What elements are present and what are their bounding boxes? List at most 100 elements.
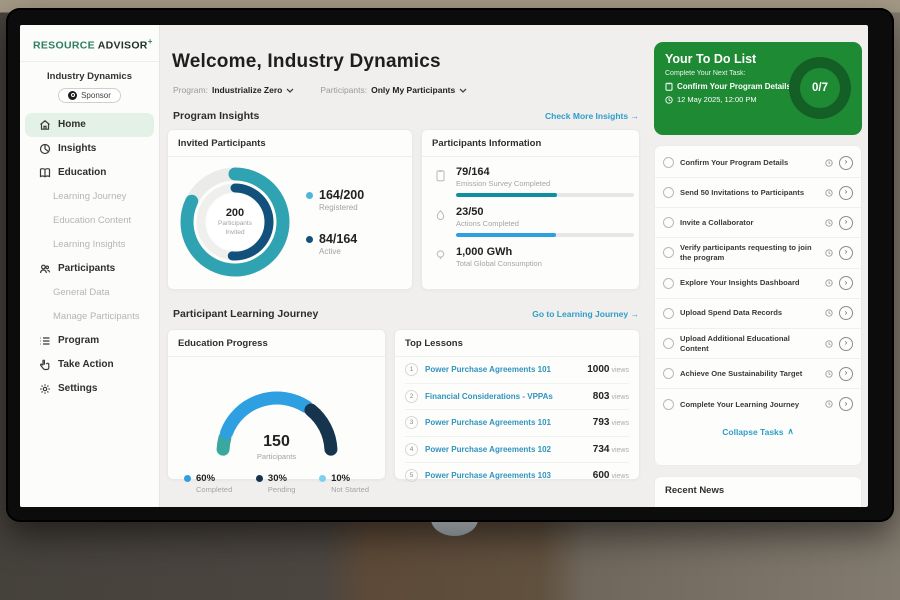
lesson-views: 734views bbox=[593, 444, 629, 455]
task-row[interactable]: Achieve One Sustainability Target › bbox=[655, 359, 861, 389]
task-label: Achieve One Sustainability Target bbox=[680, 369, 819, 379]
sidebar-item-label: Take Action bbox=[58, 359, 114, 370]
todo-due-label: 12 May 2025, 12:00 PM bbox=[677, 95, 757, 104]
task-checkbox[interactable] bbox=[663, 368, 674, 379]
task-row[interactable]: Verify participants requesting to join t… bbox=[655, 238, 861, 269]
legend-value: 30% bbox=[268, 473, 287, 484]
task-checkbox[interactable] bbox=[663, 278, 674, 289]
clock-icon bbox=[825, 249, 833, 257]
task-checkbox[interactable] bbox=[663, 338, 674, 349]
lesson-row: 5 Power Purchase Agreements 103 600views bbox=[405, 463, 629, 489]
task-open-button[interactable]: › bbox=[839, 156, 853, 170]
task-open-button[interactable]: › bbox=[839, 246, 853, 260]
filters-row: Program: Industrialize Zero Participants… bbox=[173, 85, 467, 95]
task-checkbox[interactable] bbox=[663, 247, 674, 258]
lesson-views: 1000views bbox=[587, 364, 629, 375]
legend-value: 164/200 bbox=[319, 188, 364, 202]
task-open-button[interactable]: › bbox=[839, 337, 853, 351]
education-progress-chart: 150 Participants bbox=[202, 369, 352, 461]
sidebar-item-label: Participants bbox=[58, 263, 115, 274]
participants-information-title: Participants Information bbox=[422, 130, 639, 157]
bulb-icon bbox=[434, 246, 448, 268]
list-icon bbox=[39, 335, 51, 347]
task-open-button[interactable]: › bbox=[839, 367, 853, 381]
check-more-insights-link[interactable]: Check More Insights → bbox=[545, 111, 639, 121]
task-checkbox[interactable] bbox=[663, 187, 674, 198]
clock-icon bbox=[825, 189, 833, 197]
task-open-button[interactable]: › bbox=[839, 216, 853, 230]
task-checkbox[interactable] bbox=[663, 308, 674, 319]
invited-participants-title: Invited Participants bbox=[168, 130, 412, 157]
clock-icon bbox=[825, 159, 833, 167]
sidebar-item-take-action[interactable]: Take Action bbox=[25, 353, 154, 377]
task-row[interactable]: Complete Your Learning Journey › bbox=[655, 389, 861, 419]
participants-filter[interactable]: Participants: Only My Participants bbox=[320, 85, 467, 95]
link-label: Go to Learning Journey bbox=[532, 309, 628, 319]
stat-progress-track bbox=[456, 233, 634, 237]
lesson-rank: 4 bbox=[405, 443, 418, 456]
task-open-button[interactable]: › bbox=[839, 306, 853, 320]
task-open-button[interactable]: › bbox=[839, 397, 853, 411]
todo-panel: Your To Do List Complete Your Next Task:… bbox=[648, 25, 868, 507]
program-filter[interactable]: Program: Industrialize Zero bbox=[173, 85, 294, 95]
go-to-learning-journey-link[interactable]: Go to Learning Journey → bbox=[532, 309, 639, 319]
donut-center: 200 Participants Invited bbox=[174, 161, 296, 283]
task-checkbox[interactable] bbox=[663, 217, 674, 228]
sidebar-item-learning-journey[interactable]: Learning Journey bbox=[25, 185, 154, 209]
task-open-button[interactable]: › bbox=[839, 276, 853, 290]
sidebar-item-settings[interactable]: Settings bbox=[25, 377, 154, 401]
stat-value: 23/50 bbox=[456, 206, 634, 218]
sidebar: RESOURCE ADVISOR+ Industry Dynamics Spon… bbox=[20, 25, 160, 507]
sidebar-item-education[interactable]: Education bbox=[25, 161, 154, 185]
task-row[interactable]: Explore Your Insights Dashboard › bbox=[655, 269, 861, 299]
sidebar-item-home[interactable]: Home bbox=[25, 113, 154, 137]
task-row[interactable]: Confirm Your Program Details › bbox=[655, 148, 861, 178]
sidebar-item-program[interactable]: Program bbox=[25, 329, 154, 353]
stat-global-consumption: 1,000 GWh Total Global Consumption bbox=[422, 237, 639, 268]
top-lessons-card: Top Lessons 1 Power Purchase Agreements … bbox=[394, 329, 640, 480]
logo-text-advisor: ADVISOR bbox=[98, 40, 148, 52]
gear-icon bbox=[39, 383, 51, 395]
sidebar-item-label: Education bbox=[58, 167, 106, 178]
task-row[interactable]: Send 50 Invitations to Participants › bbox=[655, 178, 861, 208]
donut-legend: 164/200 Registered 84/164 Active bbox=[306, 188, 364, 256]
task-label: Confirm Your Program Details bbox=[680, 158, 819, 168]
participants-filter-label: Participants: bbox=[320, 85, 367, 95]
task-checkbox[interactable] bbox=[663, 157, 674, 168]
legend-value: 10% bbox=[331, 473, 350, 484]
sidebar-item-general-data[interactable]: General Data bbox=[25, 281, 154, 305]
lesson-rank: 3 bbox=[405, 416, 418, 429]
task-checkbox[interactable] bbox=[663, 399, 674, 410]
collapse-tasks-link[interactable]: Collapse Tasks ∧ bbox=[655, 419, 861, 444]
sidebar-item-insights[interactable]: Insights bbox=[25, 137, 154, 161]
sidebar-item-education-content[interactable]: Education Content bbox=[25, 209, 154, 233]
task-row[interactable]: Upload Additional Educational Content › bbox=[655, 329, 861, 360]
task-label: Send 50 Invitations to Participants bbox=[680, 188, 819, 198]
lesson-link[interactable]: Financial Considerations - VPPAs bbox=[425, 392, 586, 401]
sponsor-badge[interactable]: Sponsor bbox=[58, 88, 121, 103]
sidebar-item-label: Insights bbox=[58, 143, 96, 154]
arrow-right-icon: → bbox=[631, 111, 640, 121]
sidebar-item-learning-insights[interactable]: Learning Insights bbox=[25, 233, 154, 257]
sidebar-item-manage-participants[interactable]: Manage Participants bbox=[25, 305, 154, 329]
stat-label: Emission Survey Completed bbox=[456, 179, 634, 188]
sidebar-item-participants[interactable]: Participants bbox=[25, 257, 154, 281]
lesson-link[interactable]: Power Purchase Agreements 101 bbox=[425, 365, 580, 374]
lesson-rank: 5 bbox=[405, 469, 418, 482]
lesson-views: 793views bbox=[593, 417, 629, 428]
participants-icon bbox=[39, 263, 51, 275]
legend-label: Registered bbox=[319, 203, 364, 212]
take-action-icon bbox=[39, 359, 51, 371]
lesson-row: 2 Financial Considerations - VPPAs 803vi… bbox=[405, 384, 629, 411]
task-row[interactable]: Invite a Collaborator › bbox=[655, 208, 861, 238]
program-filter-value: Industrialize Zero bbox=[212, 85, 282, 95]
stat-emission-survey: 79/164 Emission Survey Completed bbox=[422, 157, 639, 197]
task-label: Complete Your Learning Journey bbox=[680, 400, 819, 410]
task-row[interactable]: Upload Spend Data Records › bbox=[655, 299, 861, 329]
lesson-link[interactable]: Power Purchase Agreements 102 bbox=[425, 445, 586, 454]
chevron-up-icon: ∧ bbox=[788, 426, 794, 437]
lesson-link[interactable]: Power Purchase Agreements 103 bbox=[425, 471, 586, 480]
lesson-link[interactable]: Power Purchase Agreements 101 bbox=[425, 418, 586, 427]
legend-item-completed: 60% Completed bbox=[184, 473, 232, 494]
task-open-button[interactable]: › bbox=[839, 186, 853, 200]
